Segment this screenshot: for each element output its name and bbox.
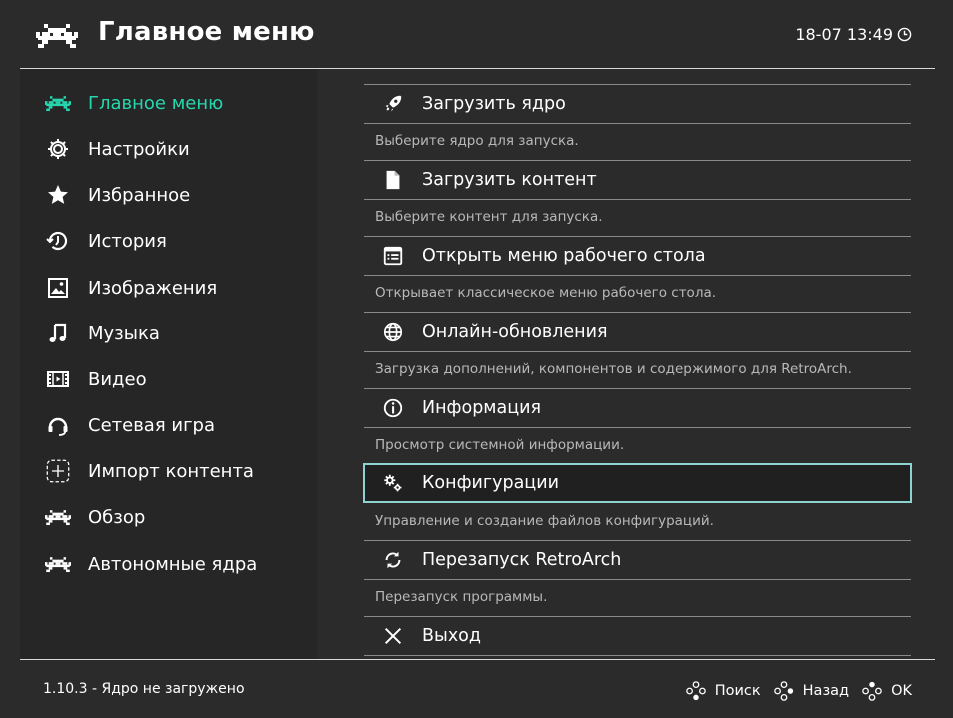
sidebar-item-label: Главное меню <box>88 92 224 114</box>
sidebar-item-label: Избранное <box>88 184 191 206</box>
footer-controls: Поиск Назад OK <box>673 680 912 702</box>
sidebar-item-label: Автономные ядра <box>88 553 258 575</box>
sidebar-item-label: История <box>88 230 167 252</box>
status-text: 1.10.3 - Ядро не загружено <box>43 681 245 697</box>
music-note-icon <box>43 320 73 346</box>
headset-icon <box>43 412 73 438</box>
ok-label: OK <box>891 683 912 699</box>
invader-icon <box>43 90 73 116</box>
invader-icon <box>43 504 73 530</box>
menu-entry-load-content[interactable]: Загрузить контент <box>364 161 911 199</box>
menu-entry-label: Конфигурации <box>422 473 559 493</box>
menu-entry-description: Загрузка дополнений, компонентов и содер… <box>375 361 852 377</box>
file-icon <box>380 167 406 193</box>
sidebar-item-favorites[interactable]: Избранное <box>20 175 317 215</box>
menu-entry-description: Открывает классическое меню рабочего сто… <box>375 285 717 301</box>
sidebar-item-netplay[interactable]: Сетевая игра <box>20 405 317 445</box>
globe-icon <box>380 319 406 345</box>
sidebar-item-label: Видео <box>88 368 147 390</box>
divider <box>364 199 911 200</box>
menu-entry-label: Информация <box>422 398 542 418</box>
menu-entry-description: Просмотр системной информации. <box>375 437 625 453</box>
sidebar-item-settings[interactable]: Настройки <box>20 129 317 169</box>
history-icon <box>43 228 73 254</box>
divider <box>364 123 911 124</box>
add-icon <box>43 458 73 484</box>
sidebar-item-import-content[interactable]: Импорт контента <box>20 451 317 491</box>
invader-icon <box>43 551 73 577</box>
close-icon <box>380 623 406 649</box>
info-icon <box>380 395 406 421</box>
menu-entry-information[interactable]: Информация <box>364 389 911 427</box>
sidebar-item-standalone-cores[interactable]: Автономные ядра <box>20 544 317 584</box>
gear-icon <box>43 136 73 162</box>
clock-icon <box>897 27 912 42</box>
restart-icon <box>380 547 406 573</box>
window-icon <box>380 243 406 269</box>
divider <box>364 427 911 428</box>
sidebar-item-video[interactable]: Видео <box>20 359 317 399</box>
menu-entry-configurations[interactable]: Конфигурации <box>363 463 912 503</box>
sidebar-item-label: Изображения <box>88 277 218 299</box>
divider <box>364 351 911 352</box>
menu-entry-load-core[interactable]: Загрузить ядро <box>364 85 911 123</box>
sidebar-item-label: Настройки <box>88 138 190 160</box>
back-button[interactable]: Назад <box>773 680 849 702</box>
menu-entry-label: Загрузить контент <box>422 170 597 190</box>
search-button[interactable]: Поиск <box>685 680 761 702</box>
menu-entry-quit[interactable]: Выход <box>364 617 911 655</box>
menu-entry-desktop-menu[interactable]: Открыть меню рабочего стола <box>364 237 911 275</box>
sidebar-item-explore[interactable]: Обзор <box>20 497 317 537</box>
sidebar-item-label: Импорт контента <box>88 460 254 482</box>
film-icon <box>43 366 73 392</box>
sidebar-item-history[interactable]: История <box>20 221 317 261</box>
sidebar-item-main-menu[interactable]: Главное меню <box>20 83 317 123</box>
divider <box>364 655 911 656</box>
sidebar-item-images[interactable]: Изображения <box>20 268 317 308</box>
sidebar: Главное меню Настройки Избранное История… <box>20 69 317 659</box>
menu-entry-label: Открыть меню рабочего стола <box>422 246 706 266</box>
rocket-icon <box>380 91 406 117</box>
sidebar-item-label: Обзор <box>88 506 146 528</box>
clock: 18-07 13:49 <box>795 25 912 44</box>
menu-entry-label: Перезапуск RetroArch <box>422 550 622 570</box>
image-icon <box>43 275 73 301</box>
menu-entry-description: Выберите контент для запуска. <box>375 209 603 225</box>
main-menu-list: Загрузить ядро Выберите ядро для запуска… <box>318 69 953 659</box>
ok-button[interactable]: OK <box>861 680 912 702</box>
clock-text: 18-07 13:49 <box>795 25 893 44</box>
menu-entry-description: Управление и создание файлов конфигураци… <box>375 513 714 529</box>
gamepad-buttons-icon <box>862 681 882 701</box>
gamepad-buttons-icon <box>773 681 793 701</box>
menu-entry-description: Перезапуск программы. <box>375 589 548 605</box>
gamepad-buttons-icon <box>685 681 706 701</box>
menu-entry-label: Выход <box>422 626 481 646</box>
divider <box>364 275 911 276</box>
divider <box>364 579 911 580</box>
menu-entry-restart-retroarch[interactable]: Перезапуск RetroArch <box>364 541 911 579</box>
sidebar-item-label: Музыка <box>88 322 160 344</box>
page-title: Главное меню <box>98 17 315 47</box>
header-bar: Главное меню 18-07 13:49 <box>0 0 953 68</box>
menu-entry-description: Выберите ядро для запуска. <box>375 133 579 149</box>
menu-entry-label: Онлайн-обновления <box>422 322 608 342</box>
sidebar-item-music[interactable]: Музыка <box>20 313 317 353</box>
retroarch-logo-icon <box>36 22 78 48</box>
search-label: Поиск <box>714 683 761 699</box>
gears-icon <box>380 470 406 496</box>
sidebar-item-label: Сетевая игра <box>88 414 216 436</box>
footer-divider <box>20 659 935 660</box>
back-label: Назад <box>802 683 850 699</box>
menu-entry-label: Загрузить ядро <box>422 94 566 114</box>
menu-entry-online-updater[interactable]: Онлайн-обновления <box>364 313 911 351</box>
star-icon <box>43 182 73 208</box>
